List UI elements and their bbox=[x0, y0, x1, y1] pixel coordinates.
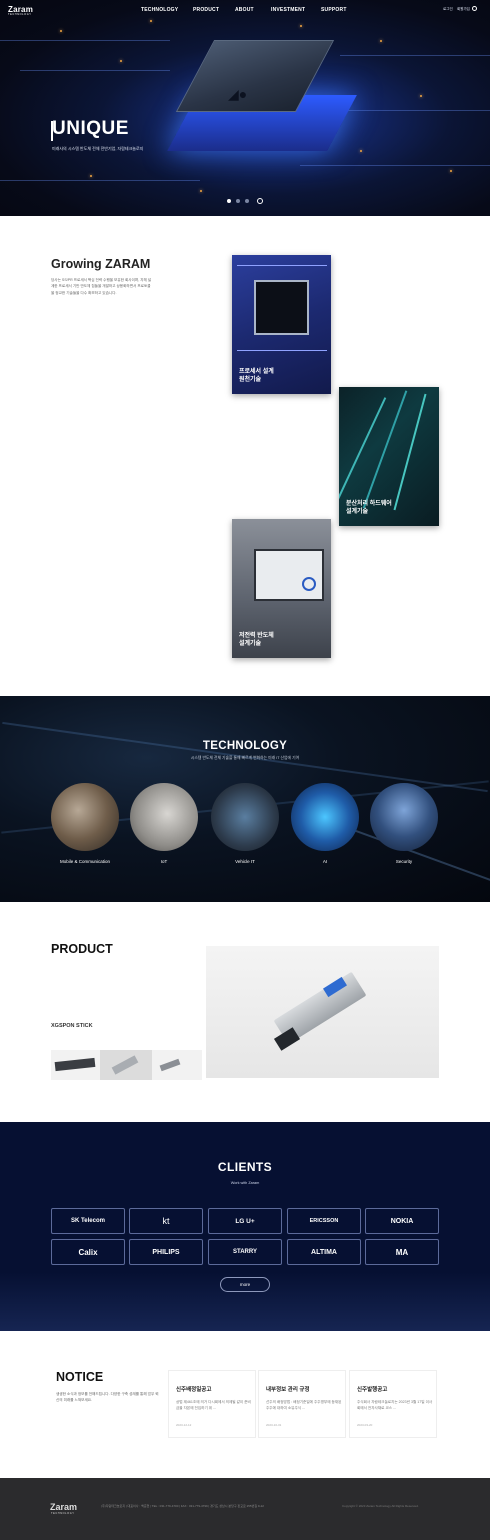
tech-iot-image[interactable] bbox=[130, 783, 198, 851]
footer-logo-text: Zaram bbox=[50, 1502, 78, 1512]
notice-desc: 생생한 소식과 정보를 전해드립니다. 다양한 구축 성례를 통해 업무 혁신의… bbox=[56, 1392, 159, 1403]
technology-title: TECHNOLOGY bbox=[202, 740, 288, 752]
nav-investment[interactable]: INVESTMENT bbox=[271, 7, 305, 13]
product-thumb-2[interactable] bbox=[100, 1050, 152, 1080]
card-processor-label: 프로세서 설계 원천기술 bbox=[239, 369, 274, 383]
card-processor[interactable]: 프로세서 설계 원천기술 bbox=[232, 255, 331, 394]
product-name: XGSPON STICK bbox=[51, 1023, 93, 1029]
technology-subtitle: 시스템 반도체 전체 기술을 통해 빠르게 변화하는 미래 IT 산업에 기여 bbox=[190, 756, 300, 760]
client-logo-philips: PHILIPS bbox=[129, 1239, 203, 1265]
notice-title: NOTICE bbox=[56, 1370, 104, 1384]
tech-label-ai: AI bbox=[322, 859, 328, 864]
footer-logo-subtext: TECHNOLOGY bbox=[51, 1512, 75, 1515]
tech-mobile-image[interactable] bbox=[51, 783, 119, 851]
tech-label-mobile: Mobile & Communication bbox=[59, 859, 111, 864]
logo[interactable]: Zaram TECHNOLOGY bbox=[8, 5, 44, 16]
logo-subtext: TECHNOLOGY bbox=[8, 13, 32, 16]
client-logo-ericsson: ERICSSON bbox=[287, 1208, 361, 1234]
site-header: Zaram TECHNOLOGY TECHNOLOGY PRODUCT ABOU… bbox=[0, 0, 490, 20]
notice-card-title: 신주발행공고 bbox=[357, 1387, 388, 1393]
notice-card-body: 상법 제461조에 의거 다시회에서 의제될 같이 준비금을 자본에 전입하기 … bbox=[176, 1400, 251, 1410]
tech-label-iot: IoT bbox=[160, 859, 168, 864]
chip-icon bbox=[254, 280, 309, 335]
client-logo-starry: STARRY bbox=[208, 1239, 282, 1265]
login-link[interactable]: 로그인 bbox=[443, 7, 453, 12]
clients-subtitle: Work with Zaram bbox=[230, 1181, 260, 1185]
client-logo-ma: MA bbox=[365, 1239, 439, 1265]
product-title: PRODUCT bbox=[51, 942, 113, 956]
hero-subtitle: 미래사의 시스템 반도체 전체 전반기업, 자람테크놀로지 bbox=[52, 146, 144, 151]
tech-label-security: Security bbox=[395, 859, 413, 864]
footer-logo[interactable]: Zaram TECHNOLOGY bbox=[50, 1502, 78, 1515]
client-logo-calix: Calix bbox=[51, 1239, 125, 1265]
hero-pager-dot-2[interactable] bbox=[236, 199, 240, 203]
nav-technology[interactable]: TECHNOLOGY bbox=[141, 7, 178, 13]
client-logo-nokia: NOKIA bbox=[365, 1208, 439, 1234]
notice-card-title: 신주배정일공고 bbox=[176, 1387, 212, 1393]
pause-icon[interactable] bbox=[257, 198, 263, 204]
product-thumb-1[interactable] bbox=[51, 1050, 101, 1080]
clients-title: CLIENTS bbox=[217, 1160, 273, 1174]
footer-copyright: Copyright © 2023 Zaram Technology All Ri… bbox=[342, 1504, 419, 1508]
client-logo-sktelecom: SK Telecom bbox=[51, 1208, 125, 1234]
client-logo-lguplus: LG U+ bbox=[208, 1208, 282, 1234]
nav-about[interactable]: ABOUT bbox=[235, 7, 254, 13]
tech-vehicle-image[interactable] bbox=[211, 783, 279, 851]
hero-title: UNIQUE bbox=[52, 118, 129, 139]
product-main-image bbox=[206, 946, 439, 1078]
notice-card-2[interactable]: 내부정보 관리 규정 선주의 배정방법 : 배정기준일에 주주명부에 등재된 주… bbox=[258, 1370, 346, 1438]
nav-product[interactable]: PRODUCT bbox=[193, 7, 219, 13]
card-lowpower-label: 저전력 반도체 설계기술 bbox=[239, 633, 274, 647]
notice-card-body: 선주의 배정방법 : 배정기준일에 주주명부에 등재된 주주에 대하여 소유주식… bbox=[266, 1400, 342, 1410]
client-logo-kt: kt bbox=[129, 1208, 203, 1234]
card-distributed[interactable]: 분산처리 하드웨어 설계기술 bbox=[339, 387, 439, 526]
chip-logo-icon: ◢● bbox=[228, 86, 248, 102]
product-thumb-3[interactable] bbox=[152, 1050, 202, 1080]
hero-banner: ◢● UNIQUE 미래사의 시스템 반도체 전체 전반기업, 자람테크놀로지 bbox=[0, 0, 490, 216]
client-logo-altima: ALTIMA bbox=[287, 1239, 361, 1265]
notice-card-date: 2023-10-31 bbox=[266, 1423, 282, 1427]
hero-pager-dot-3[interactable] bbox=[245, 199, 249, 203]
nav-support[interactable]: SUPPORT bbox=[321, 7, 347, 13]
tech-label-vehicle: Vehicle IT bbox=[235, 859, 255, 864]
notice-card-date: 2023-03-20 bbox=[357, 1423, 373, 1427]
notice-card-date: 2023-12-12 bbox=[176, 1423, 192, 1427]
card-distributed-label: 분산처리 하드웨어 설계기술 bbox=[346, 501, 392, 515]
growing-text: 당사는 SS/PR 프로세서 핵심 전략 수행을 보유한 회사이며, 자체 설계… bbox=[51, 278, 152, 295]
footer-company-info: (주)자람테크놀로지 | 대표이사 : 백준현 | TEL : 031-779-… bbox=[101, 1504, 264, 1508]
notice-card-1[interactable]: 신주배정일공고 상법 제461조에 의거 다시회에서 의제될 같이 준비금을 자… bbox=[168, 1370, 256, 1438]
hero-pager-dot-1[interactable] bbox=[227, 199, 231, 203]
signup-link[interactable]: 회원가입 bbox=[457, 7, 470, 12]
notice-card-3[interactable]: 신주발행공고 주식회사 자람테크놀로지는 2023년 3월 17일 이사회에서 … bbox=[349, 1370, 437, 1438]
globe-icon[interactable] bbox=[472, 6, 477, 11]
tech-security-image[interactable] bbox=[370, 783, 438, 851]
laptop-screen-icon bbox=[254, 549, 324, 601]
clients-more-button[interactable]: more bbox=[220, 1277, 270, 1292]
tech-ai-image[interactable] bbox=[291, 783, 359, 851]
notice-card-title: 내부정보 관리 규정 bbox=[266, 1387, 310, 1393]
growing-title: Growing ZARAM bbox=[51, 257, 151, 271]
card-lowpower[interactable]: 저전력 반도체 설계기술 bbox=[232, 519, 331, 658]
notice-card-body: 주식회사 자람테크놀로지는 2023년 3월 17일 이사회에서 전자사채로 코… bbox=[357, 1400, 433, 1410]
